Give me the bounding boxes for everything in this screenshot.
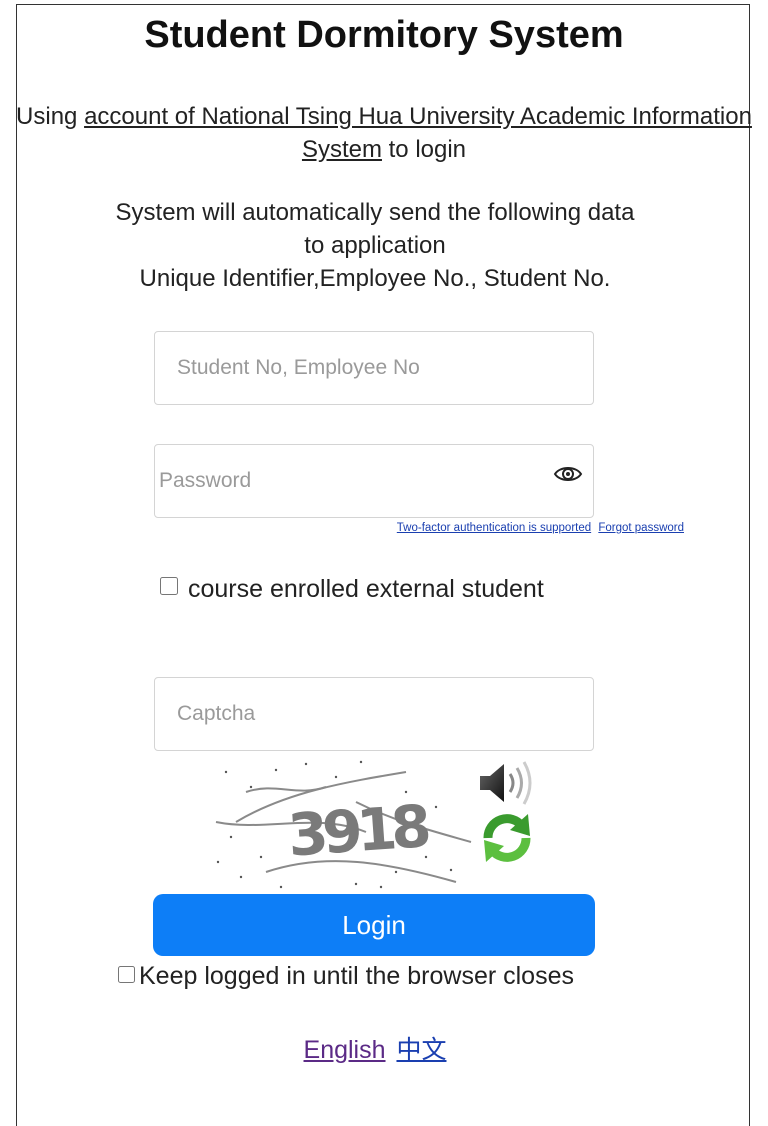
keep-logged-in-label: Keep logged in until the browser closes <box>139 962 574 990</box>
intro-text: Using account of National Tsing Hua Univ… <box>0 100 768 166</box>
username-input[interactable] <box>155 332 593 404</box>
notice-line-1: System will automatically send the follo… <box>115 199 635 226</box>
notice-line-2: to application <box>304 232 446 259</box>
two-factor-link[interactable]: Two-factor authentication is supported <box>397 522 591 534</box>
keep-logged-in-checkbox[interactable] <box>118 966 135 983</box>
password-help-links: Two-factor authentication is supported F… <box>393 522 684 534</box>
forgot-password-link[interactable]: Forgot password <box>598 522 684 534</box>
language-switcher: English 中文 <box>0 1030 750 1066</box>
keep-logged-in-option: Keep logged in until the browser closes <box>118 958 574 994</box>
refresh-icon[interactable] <box>478 810 536 866</box>
notice-line-3: Unique Identifier,Employee No., Student … <box>139 265 611 292</box>
password-field <box>154 444 594 518</box>
intro-suffix: to login <box>381 136 467 163</box>
captcha-input[interactable] <box>155 678 593 750</box>
external-student-label: course enrolled external student <box>188 575 544 603</box>
captcha-image: 3918 <box>206 752 476 894</box>
speaker-icon[interactable] <box>474 758 540 808</box>
data-notice: System will automatically send the follo… <box>0 196 750 295</box>
language-chinese-link[interactable]: 中文 <box>396 1036 446 1064</box>
external-student-option: course enrolled external student <box>154 572 554 606</box>
language-english-link[interactable]: English <box>304 1036 386 1064</box>
login-button[interactable]: Login <box>153 894 595 956</box>
username-field <box>154 331 594 405</box>
eye-icon[interactable] <box>553 462 583 486</box>
captcha-field <box>154 677 594 751</box>
intro-prefix: Using <box>16 103 85 130</box>
external-student-checkbox[interactable] <box>160 577 178 595</box>
page-title: Student Dormitory System <box>144 14 624 56</box>
password-input[interactable] <box>155 445 593 517</box>
captcha-text: 3918 <box>286 792 430 870</box>
